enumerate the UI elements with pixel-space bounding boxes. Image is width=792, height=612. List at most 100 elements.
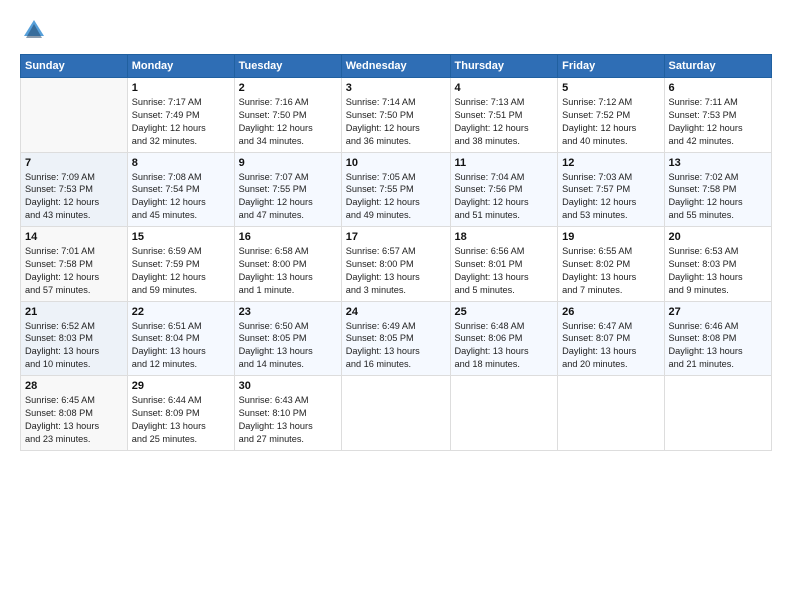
- day-cell: 14 Sunrise: 7:01 AM Sunset: 7:58 PM Dayli…: [21, 227, 128, 302]
- day-cell: [664, 376, 772, 451]
- day-number: 5: [562, 82, 659, 94]
- day-cell: 5 Sunrise: 7:12 AM Sunset: 7:52 PM Daylig…: [558, 78, 664, 153]
- day-info: Sunrise: 6:47 AM Sunset: 8:07 PM Dayligh…: [562, 320, 659, 372]
- day-number: 1: [132, 82, 230, 94]
- day-cell: 19Sunrise: 6:55 AM Sunset: 8:02 PM Dayli…: [558, 227, 664, 302]
- day-info: Sunrise: 6:58 AM Sunset: 8:00 PM Dayligh…: [239, 245, 337, 297]
- day-info: Sunrise: 7:01 AM Sunset: 7:58 PM Dayligh…: [25, 245, 123, 297]
- day-cell: 20 Sunrise: 6:53 AM Sunset: 8:03 PM Dayli…: [664, 227, 772, 302]
- day-number: 7: [25, 157, 123, 169]
- day-info: Sunrise: 7:02 AM Sunset: 7:58 PM Dayligh…: [669, 171, 768, 223]
- day-cell: 4 Sunrise: 7:13 AM Sunset: 7:51 PM Daylig…: [450, 78, 558, 153]
- day-info: Sunrise: 6:44 AM Sunset: 8:09 PM Dayligh…: [132, 394, 230, 446]
- day-cell: 7 Sunrise: 7:09 AM Sunset: 7:53 PM Daylig…: [21, 152, 128, 227]
- day-number: 18: [455, 231, 554, 243]
- day-number: 13: [669, 157, 768, 169]
- day-info: Sunrise: 6:53 AM Sunset: 8:03 PM Dayligh…: [669, 245, 768, 297]
- day-number: 15: [132, 231, 230, 243]
- day-info: Sunrise: 7:16 AM Sunset: 7:50 PM Dayligh…: [239, 96, 337, 148]
- day-cell: 24 Sunrise: 6:49 AM Sunset: 8:05 PM Dayli…: [341, 301, 450, 376]
- page: SundayMondayTuesdayWednesdayThursdayFrid…: [0, 0, 792, 467]
- day-cell: 15 Sunrise: 6:59 AM Sunset: 7:59 PM Dayli…: [127, 227, 234, 302]
- day-cell: 1 Sunrise: 7:17 AM Sunset: 7:49 PM Daylig…: [127, 78, 234, 153]
- logo-icon: [20, 16, 48, 44]
- day-cell: 16 Sunrise: 6:58 AM Sunset: 8:00 PM Dayli…: [234, 227, 341, 302]
- day-info: Sunrise: 7:17 AM Sunset: 7:49 PM Dayligh…: [132, 96, 230, 148]
- day-info: Sunrise: 7:12 AM Sunset: 7:52 PM Dayligh…: [562, 96, 659, 148]
- col-header-saturday: Saturday: [664, 55, 772, 78]
- col-header-tuesday: Tuesday: [234, 55, 341, 78]
- day-number: 26: [562, 306, 659, 318]
- day-number: 27: [669, 306, 768, 318]
- day-number: 21: [25, 306, 123, 318]
- day-number: 20: [669, 231, 768, 243]
- day-number: 19: [562, 231, 659, 243]
- day-info: Sunrise: 7:13 AM Sunset: 7:51 PM Dayligh…: [455, 96, 554, 148]
- day-info: Sunrise: 7:08 AM Sunset: 7:54 PM Dayligh…: [132, 171, 230, 223]
- week-row-1: 1 Sunrise: 7:17 AM Sunset: 7:49 PM Daylig…: [21, 78, 772, 153]
- day-number: 11: [455, 157, 554, 169]
- calendar-table: SundayMondayTuesdayWednesdayThursdayFrid…: [20, 54, 772, 451]
- day-info: Sunrise: 7:04 AM Sunset: 7:56 PM Dayligh…: [455, 171, 554, 223]
- day-number: 12: [562, 157, 659, 169]
- day-info: Sunrise: 6:57 AM Sunset: 8:00 PM Dayligh…: [346, 245, 446, 297]
- day-cell: 12 Sunrise: 7:03 AM Sunset: 7:57 PM Dayli…: [558, 152, 664, 227]
- week-row-4: 21 Sunrise: 6:52 AM Sunset: 8:03 PM Dayli…: [21, 301, 772, 376]
- day-info: Sunrise: 6:43 AM Sunset: 8:10 PM Dayligh…: [239, 394, 337, 446]
- day-cell: 3Sunrise: 7:14 AM Sunset: 7:50 PM Daylig…: [341, 78, 450, 153]
- day-number: 22: [132, 306, 230, 318]
- day-info: Sunrise: 7:14 AM Sunset: 7:50 PM Dayligh…: [346, 96, 446, 148]
- day-info: Sunrise: 6:59 AM Sunset: 7:59 PM Dayligh…: [132, 245, 230, 297]
- day-number: 6: [669, 82, 768, 94]
- day-info: Sunrise: 6:48 AM Sunset: 8:06 PM Dayligh…: [455, 320, 554, 372]
- day-number: 4: [455, 82, 554, 94]
- day-cell: 22 Sunrise: 6:51 AM Sunset: 8:04 PM Dayli…: [127, 301, 234, 376]
- logo: [20, 16, 52, 44]
- day-info: Sunrise: 7:03 AM Sunset: 7:57 PM Dayligh…: [562, 171, 659, 223]
- col-header-sunday: Sunday: [21, 55, 128, 78]
- day-number: 10: [346, 157, 446, 169]
- day-cell: 21 Sunrise: 6:52 AM Sunset: 8:03 PM Dayli…: [21, 301, 128, 376]
- day-info: Sunrise: 7:09 AM Sunset: 7:53 PM Dayligh…: [25, 171, 123, 223]
- header-row: SundayMondayTuesdayWednesdayThursdayFrid…: [21, 55, 772, 78]
- day-cell: [21, 78, 128, 153]
- day-info: Sunrise: 6:51 AM Sunset: 8:04 PM Dayligh…: [132, 320, 230, 372]
- day-cell: 23Sunrise: 6:50 AM Sunset: 8:05 PM Dayli…: [234, 301, 341, 376]
- day-info: Sunrise: 6:45 AM Sunset: 8:08 PM Dayligh…: [25, 394, 123, 446]
- header: [20, 16, 772, 44]
- day-cell: 8Sunrise: 7:08 AM Sunset: 7:54 PM Daylig…: [127, 152, 234, 227]
- day-info: Sunrise: 6:50 AM Sunset: 8:05 PM Dayligh…: [239, 320, 337, 372]
- day-info: Sunrise: 7:05 AM Sunset: 7:55 PM Dayligh…: [346, 171, 446, 223]
- day-info: Sunrise: 6:56 AM Sunset: 8:01 PM Dayligh…: [455, 245, 554, 297]
- col-header-wednesday: Wednesday: [341, 55, 450, 78]
- day-number: 14: [25, 231, 123, 243]
- day-cell: [558, 376, 664, 451]
- day-info: Sunrise: 6:49 AM Sunset: 8:05 PM Dayligh…: [346, 320, 446, 372]
- day-info: Sunrise: 6:46 AM Sunset: 8:08 PM Dayligh…: [669, 320, 768, 372]
- day-cell: 27 Sunrise: 6:46 AM Sunset: 8:08 PM Dayli…: [664, 301, 772, 376]
- col-header-friday: Friday: [558, 55, 664, 78]
- day-info: Sunrise: 6:52 AM Sunset: 8:03 PM Dayligh…: [25, 320, 123, 372]
- day-number: 2: [239, 82, 337, 94]
- col-header-thursday: Thursday: [450, 55, 558, 78]
- day-cell: 2 Sunrise: 7:16 AM Sunset: 7:50 PM Daylig…: [234, 78, 341, 153]
- day-cell: 10 Sunrise: 7:05 AM Sunset: 7:55 PM Dayli…: [341, 152, 450, 227]
- day-cell: 26 Sunrise: 6:47 AM Sunset: 8:07 PM Dayli…: [558, 301, 664, 376]
- day-info: Sunrise: 7:11 AM Sunset: 7:53 PM Dayligh…: [669, 96, 768, 148]
- day-number: 16: [239, 231, 337, 243]
- day-cell: 30Sunrise: 6:43 AM Sunset: 8:10 PM Dayli…: [234, 376, 341, 451]
- day-cell: 28 Sunrise: 6:45 AM Sunset: 8:08 PM Dayli…: [21, 376, 128, 451]
- day-cell: [341, 376, 450, 451]
- day-cell: 9 Sunrise: 7:07 AM Sunset: 7:55 PM Daylig…: [234, 152, 341, 227]
- day-number: 9: [239, 157, 337, 169]
- day-cell: 25Sunrise: 6:48 AM Sunset: 8:06 PM Dayli…: [450, 301, 558, 376]
- day-number: 28: [25, 380, 123, 392]
- day-cell: 18 Sunrise: 6:56 AM Sunset: 8:01 PM Dayli…: [450, 227, 558, 302]
- day-cell: 29 Sunrise: 6:44 AM Sunset: 8:09 PM Dayli…: [127, 376, 234, 451]
- day-info: Sunrise: 7:07 AM Sunset: 7:55 PM Dayligh…: [239, 171, 337, 223]
- day-cell: [450, 376, 558, 451]
- day-number: 24: [346, 306, 446, 318]
- col-header-monday: Monday: [127, 55, 234, 78]
- week-row-5: 28 Sunrise: 6:45 AM Sunset: 8:08 PM Dayli…: [21, 376, 772, 451]
- day-number: 29: [132, 380, 230, 392]
